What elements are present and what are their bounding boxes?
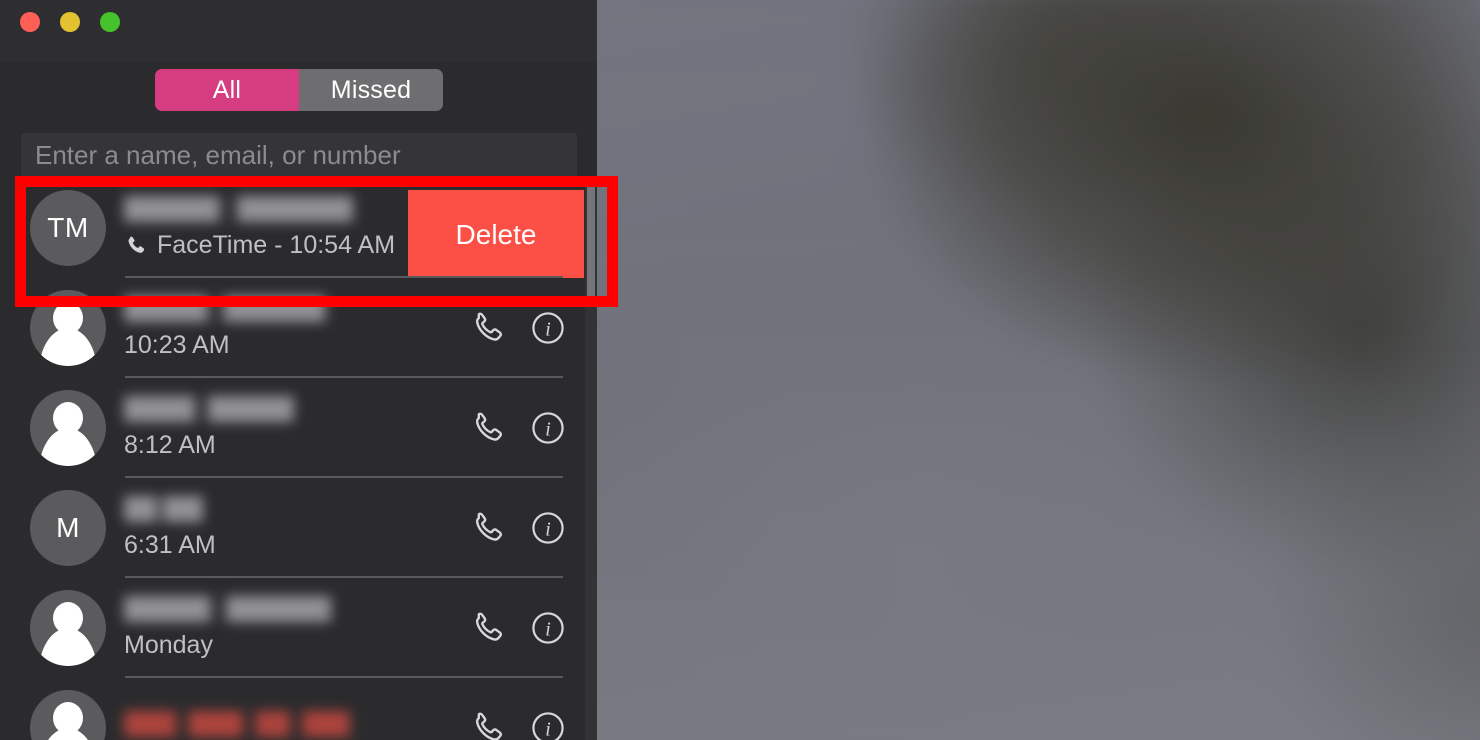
avatar <box>30 590 106 666</box>
phone-filled-icon <box>124 234 148 258</box>
info-icon[interactable]: i <box>529 509 567 547</box>
person-icon-body <box>39 428 97 466</box>
call-list: TM FaceTime - 10:54 AM Delete 10:23 AM i 8:12… <box>0 178 597 740</box>
avatar <box>30 290 106 366</box>
call-row[interactable]: Monday i <box>0 578 597 678</box>
info-icon[interactable]: i <box>529 609 567 647</box>
call-row-actions: i <box>469 609 567 647</box>
phone-icon[interactable] <box>469 309 507 347</box>
scrollbar-thumb[interactable] <box>587 182 595 302</box>
call-detail: 10:23 AM <box>124 331 459 360</box>
call-detail: 8:12 AM <box>124 431 459 460</box>
contact-name-redacted <box>124 496 224 522</box>
call-detail-text: 10:23 AM <box>124 331 230 359</box>
call-row-body: 10:23 AM <box>124 278 469 378</box>
zoom-button[interactable] <box>100 12 120 32</box>
call-filter-segmented-control[interactable]: All Missed <box>155 69 443 111</box>
call-row-body: 6:31 AM <box>124 478 469 578</box>
call-row-actions: i <box>469 509 567 547</box>
contact-name-redacted <box>124 296 379 322</box>
call-row-body <box>124 678 469 740</box>
phone-icon[interactable] <box>469 709 507 740</box>
call-row-actions: i <box>469 709 567 740</box>
info-icon[interactable]: i <box>529 309 567 347</box>
svg-text:i: i <box>545 418 551 440</box>
svg-text:i: i <box>545 318 551 340</box>
minimize-button[interactable] <box>60 12 80 32</box>
avatar <box>30 690 106 740</box>
call-detail: 6:31 AM <box>124 531 459 560</box>
avatar: TM <box>30 190 106 266</box>
call-row[interactable]: 8:12 AM i <box>0 378 597 478</box>
search-field[interactable]: Enter a name, email, or number <box>21 133 577 177</box>
call-row[interactable]: i <box>0 678 597 740</box>
tab-missed[interactable]: Missed <box>299 69 443 111</box>
window-traffic-lights <box>20 12 120 32</box>
info-icon[interactable]: i <box>529 709 567 740</box>
search-placeholder: Enter a name, email, or number <box>35 139 401 170</box>
avatar <box>30 390 106 466</box>
window-titlebar <box>0 0 597 62</box>
person-icon-body <box>39 328 97 366</box>
call-detail-text: Monday <box>124 631 213 659</box>
call-detail: Monday <box>124 631 459 660</box>
contact-name-redacted <box>124 396 339 422</box>
call-detail-text: FaceTime - 10:54 AM <box>157 231 396 259</box>
call-list-scrollbar[interactable] <box>585 180 597 740</box>
svg-text:i: i <box>545 518 551 540</box>
phone-icon[interactable] <box>469 509 507 547</box>
call-detail-text: 6:31 AM <box>124 531 216 559</box>
info-icon[interactable]: i <box>529 409 567 447</box>
person-icon-body <box>39 728 97 740</box>
contact-name-redacted <box>124 196 414 222</box>
svg-text:i: i <box>545 718 551 740</box>
contact-name-redacted <box>124 596 386 622</box>
call-row-actions: i <box>469 309 567 347</box>
call-row-body: Monday <box>124 578 469 678</box>
phone-icon[interactable] <box>469 609 507 647</box>
contact-name-redacted <box>124 710 372 737</box>
person-icon-body <box>39 628 97 666</box>
avatar-initials: M <box>56 512 80 543</box>
avatar: M <box>30 490 106 566</box>
tab-all[interactable]: All <box>155 69 299 111</box>
avatar-initials: TM <box>47 212 89 243</box>
close-button[interactable] <box>20 12 40 32</box>
call-row[interactable]: 10:23 AM i <box>0 278 597 378</box>
call-detail-text: 8:12 AM <box>124 431 216 459</box>
screen: All Missed Enter a name, email, or numbe… <box>0 0 1480 740</box>
delete-button[interactable]: Delete <box>408 190 584 279</box>
phone-icon[interactable] <box>469 409 507 447</box>
call-row[interactable]: TM FaceTime - 10:54 AM Delete <box>0 178 597 279</box>
facetime-window: All Missed Enter a name, email, or numbe… <box>0 0 597 740</box>
svg-text:i: i <box>545 618 551 640</box>
call-row-body: 8:12 AM <box>124 378 469 478</box>
call-row-actions: i <box>469 409 567 447</box>
call-row[interactable]: M 6:31 AM i <box>0 478 597 578</box>
